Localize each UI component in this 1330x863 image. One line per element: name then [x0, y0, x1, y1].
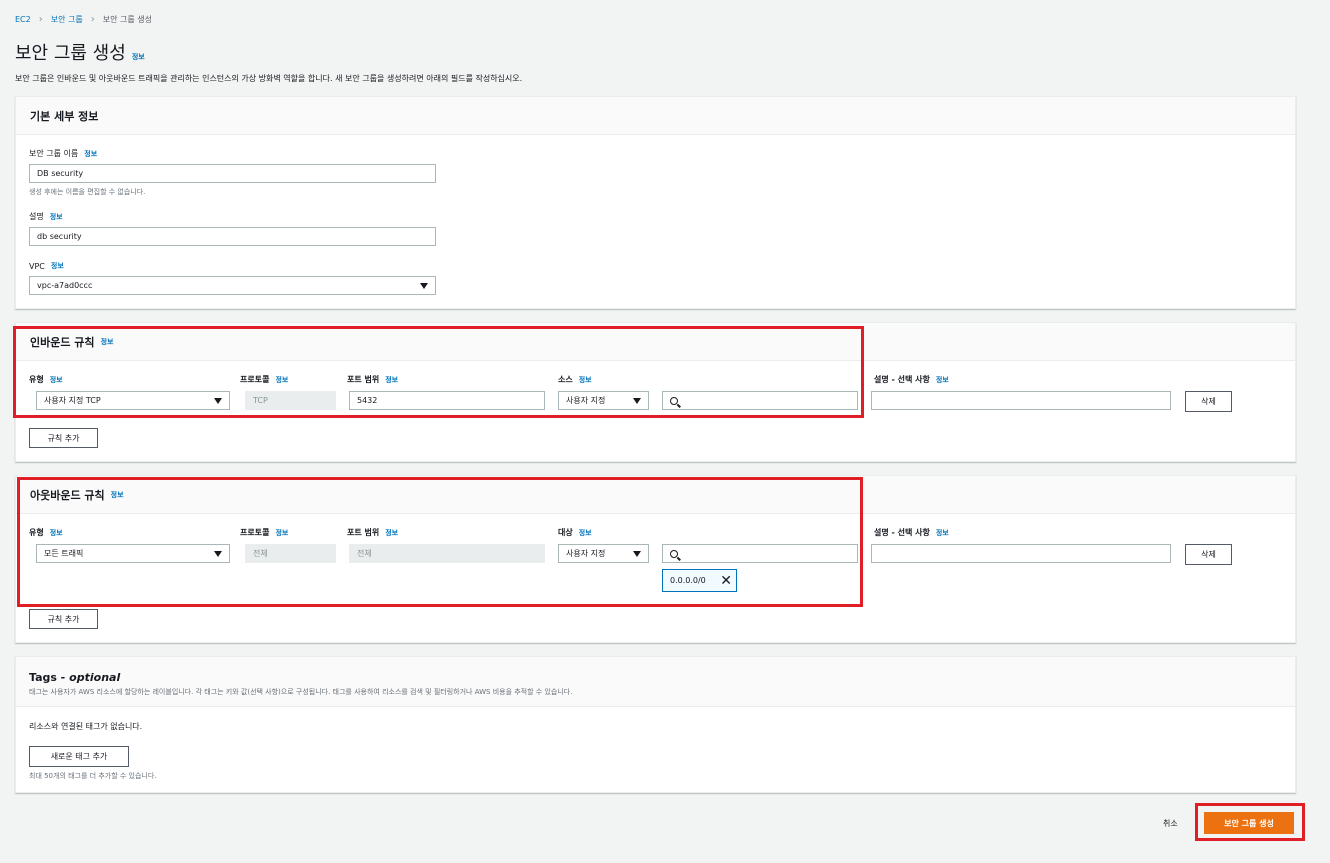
basic-details-header: 기본 세부 정보: [16, 97, 1295, 135]
name-label: 보안 그룹 이름: [29, 149, 79, 158]
name-hint: 생성 후에는 이름을 편집할 수 없습니다.: [29, 188, 146, 196]
tags-header: Tags - optional 태그는 사용자가 AWS 리소스에 할당하는 레…: [16, 657, 1295, 707]
breadcrumb-ec2[interactable]: EC2: [15, 15, 31, 24]
page-title-row: 보안 그룹 생성 정보: [15, 39, 145, 65]
vpc-select[interactable]: vpc-a7ad0ccc: [29, 276, 436, 295]
inbound-highlight-box: [13, 326, 864, 418]
inbound-desc-header: 설명 - 선택 사항 정보: [874, 375, 949, 385]
breadcrumb-current: 보안 그룹 생성: [102, 15, 152, 24]
description-input[interactable]: db security: [29, 227, 436, 246]
tags-empty-text: 리소스와 연결된 태그가 없습니다.: [29, 722, 143, 731]
desc-label-row: 설명 정보: [29, 211, 63, 222]
tags-title: Tags: [29, 671, 57, 684]
chevron-right-icon: ›: [90, 14, 95, 25]
inbound-delete-button[interactable]: 삭제: [1185, 391, 1232, 412]
outbound-highlight-box: [17, 477, 863, 607]
tags-description: 태그는 사용자가 AWS 리소스에 할당하는 레이블입니다. 각 태그는 키와 …: [29, 688, 573, 696]
vpc-info-link[interactable]: 정보: [51, 261, 64, 271]
add-tag-button[interactable]: 새로운 태그 추가: [29, 746, 129, 767]
page-description: 보안 그룹은 인바운드 및 아웃바운드 트래픽을 관리하는 인스턴스의 가상 방…: [15, 74, 523, 83]
description-info-link[interactable]: 정보: [50, 212, 63, 222]
inbound-add-rule-button[interactable]: 규칙 추가: [29, 428, 98, 448]
outbound-desc-header: 설명 - 선택 사항 정보: [874, 528, 949, 538]
breadcrumb-security-groups[interactable]: 보안 그룹: [51, 14, 83, 25]
vpc-label: VPC: [29, 261, 45, 271]
tags-optional: - optional: [60, 671, 121, 684]
vpc-label-row: VPC 정보: [29, 261, 64, 271]
basic-details-panel: 기본 세부 정보 보안 그룹 이름 정보 DB security 생성 후에는 …: [15, 96, 1296, 309]
breadcrumb: EC2 › 보안 그룹 › 보안 그룹 생성: [15, 14, 152, 25]
tags-panel: Tags - optional 태그는 사용자가 AWS 리소스에 할당하는 레…: [15, 656, 1296, 793]
create-button-highlight-box: [1195, 803, 1305, 841]
security-group-name-input[interactable]: DB security: [29, 164, 436, 183]
tags-limit-hint: 최대 50개의 태그를 더 추가할 수 있습니다.: [29, 772, 157, 780]
info-link[interactable]: 정보: [936, 528, 949, 538]
description-label: 설명: [29, 212, 44, 221]
cancel-button[interactable]: 취소: [1163, 818, 1178, 829]
chevron-right-icon: ›: [38, 14, 43, 25]
vpc-select-value: vpc-a7ad0ccc: [37, 281, 93, 290]
name-info-link[interactable]: 정보: [84, 149, 97, 159]
outbound-description-input[interactable]: [871, 544, 1171, 563]
caret-down-icon: [420, 282, 428, 289]
outbound-delete-button[interactable]: 삭제: [1185, 544, 1232, 565]
outbound-add-rule-button[interactable]: 규칙 추가: [29, 609, 98, 629]
inbound-description-input[interactable]: [871, 391, 1171, 410]
tags-title-row: Tags - optional: [29, 671, 1282, 684]
page-info-link[interactable]: 정보: [132, 52, 145, 62]
page-title: 보안 그룹 생성: [15, 43, 126, 64]
basic-details-title: 기본 세부 정보: [30, 109, 99, 123]
name-label-row: 보안 그룹 이름 정보: [29, 148, 97, 159]
info-link[interactable]: 정보: [936, 375, 949, 385]
